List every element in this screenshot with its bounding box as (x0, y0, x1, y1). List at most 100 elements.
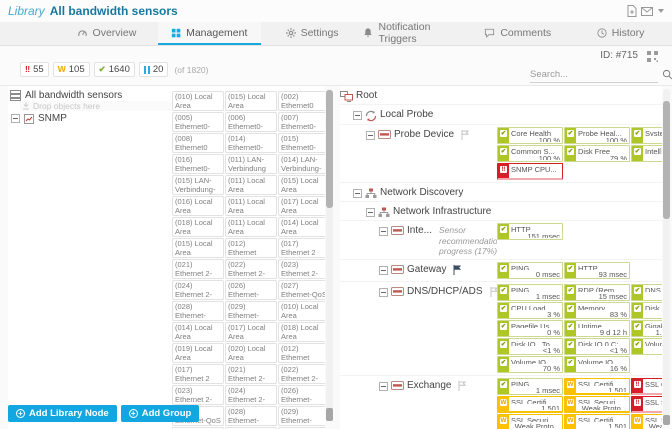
collapse-toggle-icon[interactable] (353, 111, 362, 120)
sensor-box-memory[interactable]: ✔ Memory 83 % (564, 301, 630, 319)
collapse-toggle-icon[interactable] (366, 208, 375, 217)
tab-history[interactable]: History (569, 22, 672, 45)
flag-filled-icon[interactable] (453, 264, 462, 275)
library-sensor-item[interactable]: (010) Local Area (278, 301, 325, 321)
sensor-box-ssl-certifi[interactable]: ‼ SSL Certifi... (631, 377, 662, 395)
search-input[interactable] (530, 67, 662, 82)
left-scrollbar-thumb[interactable] (326, 90, 333, 208)
right-scrollbar-thumb[interactable] (663, 101, 670, 219)
sensor-box-ssl-certifi[interactable]: W SSL Certifi... 1,501 (564, 413, 630, 429)
sensor-box-ssl-certifi[interactable]: W SSL Certifi... 1,501 (564, 377, 630, 395)
library-sensor-item[interactable]: (021) Ethernet 2-Network (172, 259, 224, 279)
sensor-box-ssl-securi[interactable]: WSSL Securi...Weak Proto... (497, 413, 563, 429)
library-sensor-item[interactable]: (028) Ethernet-WFP 802.3 (225, 406, 277, 426)
sensor-box-volume-io[interactable]: ✔ Volume IO ... 16 % (564, 355, 630, 373)
library-sensor-item[interactable]: (015) Local Area (225, 91, 277, 111)
library-sensor-item[interactable]: (006) Ethernet0-QoS Packet (225, 112, 277, 132)
library-sensor-item[interactable]: (029) Ethernet-WFP Native (225, 301, 277, 321)
sensor-box-ssl-securi[interactable]: WSSL Securi...Weak Proto... (631, 413, 662, 429)
library-sensor-item[interactable]: (012) Ethernet Traffic (278, 343, 325, 363)
library-node-snmp[interactable]: SNMP (11, 113, 67, 124)
library-sensor-item[interactable]: (017) Local Area (225, 322, 277, 342)
library-sensor-item[interactable]: (010) Local Area (172, 91, 224, 111)
left-scrollbar-end[interactable] (326, 408, 333, 421)
sensor-box-disk-free[interactable]: ✔ Disk Free 79 % (564, 145, 630, 162)
sensor-box-ping[interactable]: ✔ PING 0 msec (497, 261, 563, 279)
error-status-filter[interactable]: ‼ 55 (20, 62, 49, 77)
library-sensor-item[interactable]: (011) Local Area (225, 196, 277, 216)
sensor-box-http[interactable]: ✔ HTTP 151 msec (497, 223, 563, 240)
sensor-box-volume-io[interactable]: ✔Volume IO ...70 % (631, 337, 662, 355)
library-sensor-item[interactable]: (017) Local Area (278, 196, 325, 216)
library-sensor-item[interactable]: (014) Ethernet0-WFP Native (225, 133, 277, 153)
library-sensor-item[interactable]: (016) Ethernet0-WFP 802.3 (172, 154, 224, 174)
library-sensor-item[interactable]: (023) Ethernet 2-WFP 802.3 (172, 385, 224, 405)
sensor-box-pagefile-us[interactable]: ✔ Pagefile Us... 0 % (497, 319, 563, 337)
sensor-box-cpu-load[interactable]: ✔ CPU Load 3 % (497, 301, 563, 319)
right-scrollbar-end[interactable] (663, 415, 670, 425)
library-sensor-item[interactable]: (021) Ethernet 2-Network (225, 364, 277, 384)
library-sensor-item[interactable]: (026) Ethernet-Network (225, 280, 277, 300)
collapse-toggle-icon[interactable] (353, 189, 362, 198)
library-sensor-item[interactable]: (007) Ethernet0-WFP 802.3 (278, 112, 325, 132)
tab-settings[interactable]: Settings (261, 22, 364, 45)
library-root-node[interactable]: All bandwidth sensors (10, 89, 122, 101)
collapse-toggle-icon[interactable] (379, 227, 388, 236)
library-sensor-item[interactable]: (014) Local Area (172, 322, 224, 342)
sensor-box-dns[interactable]: ✔DNS4 msec (631, 283, 662, 301)
flag-outline-icon[interactable] (461, 130, 470, 140)
sensor-box-probe-heal[interactable]: ✔ Probe Heal... 100 % (564, 127, 630, 144)
tree-node-label[interactable]: Exchange (407, 380, 451, 391)
tree-node-label[interactable]: Probe Device (394, 129, 454, 140)
sensor-box-ssl-certifi[interactable]: W SSL Certifi... 1,501 (497, 395, 563, 413)
sensor-box-snmp-cpu[interactable]: ‼ SNMP CPU... (497, 163, 563, 180)
tree-node-label[interactable]: Root (356, 90, 377, 101)
sensor-box-common-s[interactable]: ✔ Common S... 100 % (497, 145, 563, 162)
sensor-box-ssl-securi[interactable]: ‼ SSL Securi... (631, 395, 662, 413)
library-sensor-item[interactable]: (015) Local Area (278, 175, 325, 195)
collapse-toggle-icon[interactable] (366, 131, 375, 140)
flag-outline-icon[interactable] (490, 286, 497, 297)
flag-outline-icon[interactable] (458, 380, 467, 391)
sensor-box-gigabit-net[interactable]: ✔Gigabit-Net...1,672 kbit/s (631, 319, 662, 337)
tab-management[interactable]: Management (157, 22, 261, 45)
library-sensor-item[interactable]: (026) Ethernet-Network (278, 385, 325, 405)
library-sensor-item[interactable]: (012) Ethernet Traffic (225, 238, 277, 258)
library-sensor-item[interactable]: (018) Local Area (172, 217, 224, 237)
sensor-box-http[interactable]: ✔ HTTP 93 msec (564, 261, 630, 279)
sensor-box-rdp-rem[interactable]: ✔ RDP (Rem... 15 msec (564, 283, 630, 301)
library-sensor-item[interactable]: (005) Ethernet0-WFP Native (172, 112, 224, 132)
library-sensor-item[interactable]: (027) Ethernet-QoS Packet (278, 280, 325, 300)
sensor-box-intel-r-825[interactable]: ✔Intel[R] 825...445 kbit/s (631, 145, 662, 162)
collapse-toggle-icon[interactable] (379, 381, 388, 391)
library-sensor-item[interactable]: (019) Local Area (172, 343, 224, 363)
library-sensor-item[interactable]: (011) LAN-Verbindung (225, 154, 277, 174)
library-sensor-item[interactable]: (017) Ethernet 2 Traffic (172, 364, 224, 384)
tree-node-label[interactable]: DNS/DHCP/ADS (407, 286, 483, 297)
tree-node-label[interactable]: Inte... (407, 225, 432, 236)
library-sensor-item[interactable]: (015) Local Area (172, 238, 224, 258)
tree-node-label[interactable]: Local Probe (380, 109, 433, 120)
paused-status-filter[interactable]: 20 (138, 62, 169, 77)
library-sensor-item[interactable]: (002) Ethernet0 Traffic (278, 91, 325, 111)
sensor-box-ping[interactable]: ✔ PING 1 msec (497, 283, 563, 301)
library-sensor-item[interactable]: (018) Local Area (278, 322, 325, 342)
qr-code-icon[interactable] (647, 49, 658, 67)
sensor-box-ssl-securi[interactable]: WSSL Securi...Weak Proto... (564, 395, 630, 413)
tab-overview[interactable]: Overview (55, 22, 158, 45)
library-sensor-item[interactable]: (028) Ethernet-WFP 802.3 (172, 301, 224, 321)
library-sensor-item[interactable]: (015) Ethernet0-QoS Packet (278, 133, 325, 153)
library-sensor-item[interactable]: (011) Local Area (225, 217, 277, 237)
library-sensor-item[interactable]: (022) Ethernet 2-QoS Packet (225, 259, 277, 279)
sensor-box-disk-io-0-c[interactable]: ✔ Disk IO 0 C: <1 % (564, 337, 630, 355)
library-sensor-item[interactable]: (023) Ethernet 2-WFP 802.3 (278, 259, 325, 279)
tree-node-label[interactable]: Network Discovery (380, 187, 463, 198)
library-sensor-item[interactable]: (024) Ethernet 2-WFP Native (172, 280, 224, 300)
warning-status-filter[interactable]: W 105 (52, 62, 90, 77)
tree-node-label[interactable]: Gateway (407, 264, 446, 275)
add-library-node-button[interactable]: + Add Library Node (8, 405, 117, 422)
library-sensor-item[interactable]: (014) LAN-Verbindung-QoS (278, 154, 325, 174)
ok-status-filter[interactable]: ✔ 1640 (93, 62, 135, 77)
collapse-toggle-icon[interactable] (11, 114, 20, 123)
chevron-down-icon[interactable] (658, 9, 664, 13)
